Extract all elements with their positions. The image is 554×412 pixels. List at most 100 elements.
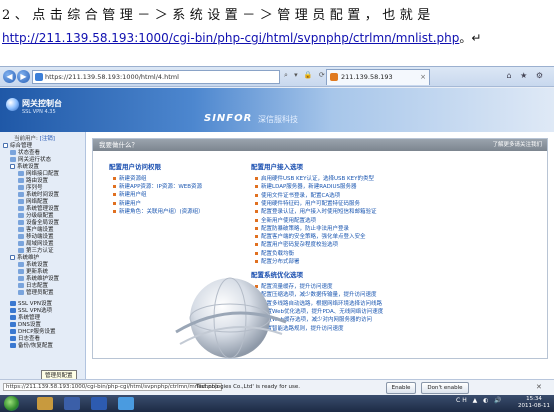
folder-icon [10,150,16,155]
doc-line-end: 。↵ [459,31,482,45]
wizard-link[interactable]: 配置客户端的安全策略，强化单点登入安全 [255,233,366,241]
addon-message: Technologies Co.,Ltd' is ready for use. [196,384,300,390]
clock-time: 15:34 [526,396,542,402]
page-icon [35,73,43,81]
logo-title: 网关控制台 [22,99,62,108]
wizard-link[interactable]: 新建用户组 [113,191,147,199]
wizard-link-label: 使用文件证书登录，配置CA选项 [261,192,341,199]
wizard-link-label: 全新用户使用配置选项 [261,217,317,224]
wizard-link[interactable]: 配置用户密码复杂程度校验选项 [255,241,338,249]
wizard-link[interactable]: 配置防暴破策略，防止非法用户登录 [255,225,349,233]
folder-icon [10,329,16,334]
bullet-icon [255,177,258,180]
panel-help-link[interactable]: 了解更多请关注我们 [492,139,542,151]
wizard-link-label: 新建用户组 [119,192,147,199]
wizard-link-label: 配置分布式部署 [261,259,300,265]
bullet-icon [255,260,258,263]
back-button[interactable]: ◀ [3,70,16,83]
sidebar-item[interactable]: 备份/恢复配置 [10,342,53,350]
explorer-icon[interactable] [37,397,53,410]
bullet-icon [255,201,258,205]
wizard-link[interactable]: 新建角色：关联用户组）(资源组） [113,208,204,216]
folder-icon [18,269,24,274]
wizard-link[interactable]: 启用硬件USB KEY认证，选择USB KEY的类型 [255,175,374,183]
forward-button[interactable]: ▶ [17,70,30,83]
document-text: 2、点击综合管理－＞系统设置－＞管理员配置，也就是 http://211.139… [0,0,554,56]
system-tray[interactable]: CH ▲ ◐ 🔊 [456,397,504,404]
wizard-link[interactable]: 配置负载均衡 [255,250,294,258]
folder-icon [18,234,24,239]
status-url: https://211.139.58.193:1000/cgi-bin/php-… [3,383,222,391]
folder-icon [18,192,24,197]
wizard-link-label: 配置用户密码复杂程度校验选项 [261,242,339,249]
wizard-link[interactable]: 配置登录认证，用户接入时使用短信和邮箱验证 [255,208,377,216]
sidebar-item-label: 备份/恢复配置 [18,343,53,349]
panel-header: 我要做什么？ 了解更多请关注我们 [93,139,547,151]
folder-icon [18,220,24,225]
bullet-icon [255,185,258,189]
logout-link[interactable]: [注销] [40,136,55,142]
close-icon[interactable]: ✕ [536,383,542,391]
wizard-link[interactable]: 新建LDAP服务器，新建RADIUS服务器 [255,183,357,191]
wizard-link[interactable]: 使用硬件特征码，用户可配置特征码服务 [255,200,360,208]
section-title-login: 配置用户接入选项 [251,163,303,171]
wizard-link-label: 启用硬件USB KEY认证，选择USB KEY的类型 [261,176,374,182]
folder-icon [18,185,24,190]
wizard-link[interactable]: 使用文件证书登录，配置CA选项 [255,192,340,200]
bullet-icon [113,185,116,189]
ie-icon[interactable] [118,397,134,410]
address-bar[interactable]: https://211.139.58.193:1000/html/4.html [32,70,280,84]
wizard-link[interactable]: 新建用户 [113,200,141,208]
tab-close-icon[interactable]: × [420,70,426,84]
clock: 15:34 2011-08-11 [518,396,550,410]
folder-icon [18,178,24,183]
browser-window: ◀ ▶ https://211.139.58.193:1000/html/4.h… [0,66,554,412]
bullet-icon [255,218,258,222]
wizard-link-label: 配置登录认证，用户接入时使用短信和邮箱验证 [261,209,377,216]
folder-icon [18,199,24,204]
status-bar: https://211.139.58.193:1000/cgi-bin/php-… [0,379,554,395]
wizard-link-label: 新建APP资源：IP资源：WEB资源 [119,184,203,191]
enable-button[interactable]: Enable [386,382,416,394]
bullet-icon [255,210,258,214]
folder-icon [18,283,24,288]
globe-illustration [175,277,287,359]
tab-current[interactable]: 211.139.58.193 × [326,69,430,85]
folder-icon [18,206,24,211]
bullet-icon [113,177,116,180]
brand-name: SINFOR [204,113,253,124]
folder-icon [10,301,16,306]
browser-toolbar: ◀ ▶ https://211.139.58.193:1000/html/4.h… [0,67,554,87]
folder-icon [10,315,16,320]
bullet-icon [255,226,258,230]
bullet-icon [113,209,116,213]
folder-icon [18,276,24,281]
collapse-icon [10,164,15,169]
sidebar-item[interactable]: 管理员配置 [18,289,54,297]
dont-enable-button[interactable]: Don't enable [421,382,469,394]
bullet-icon [255,235,258,239]
home-favorites-tools-icons[interactable]: ⌂ ★ ⚙ [506,71,546,80]
folder-icon [18,213,24,218]
clock-date: 2011-08-11 [518,403,550,409]
wizard-link[interactable]: 全新用户使用配置选项 [255,217,316,225]
main-content: 我要做什么？ 了解更多请关注我们 配置用户访问权限 新建资源组 新建APP资源：I… [86,132,554,395]
wizard-link[interactable]: 配置分布式部署 [255,258,300,266]
wizard-link[interactable]: 新建APP资源：IP资源：WEB资源 [113,183,202,191]
brand-name-cn: 深信服科技 [258,115,298,124]
wizard-link-label: 使用硬件特征码，用户可配置特征码服务 [261,200,361,207]
sidebar: 当前用户: [注销] 综合管理 状态查看 网关运行状态 系统设置 网络接口配置 路由设置序… [0,132,86,395]
doc-url-line: http://211.139.58.193:1000/cgi-bin/php-c… [2,29,554,46]
app-icon[interactable] [64,397,80,410]
wizard-link[interactable]: 新建资源组 [113,175,147,183]
folder-icon [10,308,16,313]
wizard-link-label: 配置负载均衡 [261,250,295,257]
section-title-access: 配置用户访问权限 [109,163,161,171]
word-icon[interactable] [91,397,107,410]
logo-icon [6,98,19,111]
doc-url-link[interactable]: http://211.139.58.193:1000/cgi-bin/php-c… [2,31,459,45]
wizard-link-label: 新建角色：关联用户组）(资源组） [119,208,204,215]
folder-icon [10,336,16,341]
start-button[interactable] [4,396,19,411]
panel-title: 我要做什么？ [99,141,138,149]
